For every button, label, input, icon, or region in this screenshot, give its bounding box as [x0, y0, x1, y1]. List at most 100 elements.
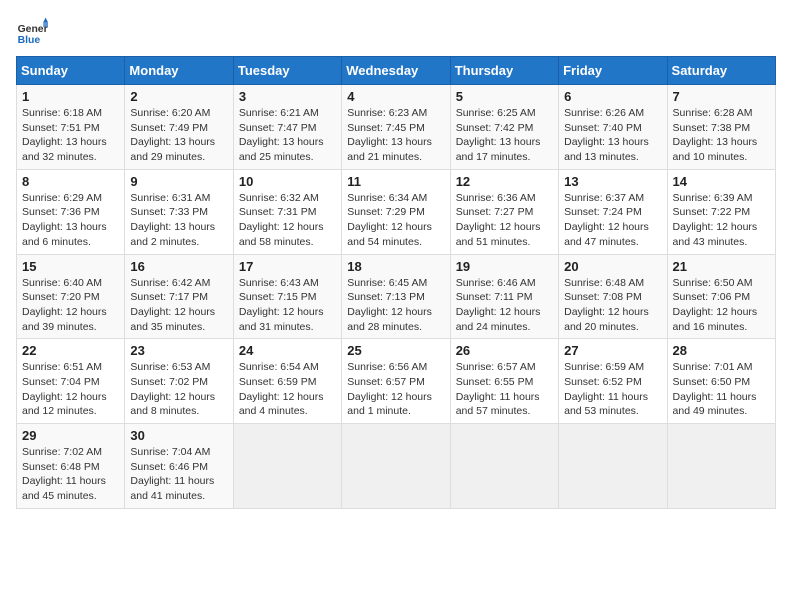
calendar-cell: 5 Sunrise: 6:25 AM Sunset: 7:42 PM Dayli…: [450, 85, 558, 170]
calendar-cell: 21 Sunrise: 6:50 AM Sunset: 7:06 PM Dayl…: [667, 254, 775, 339]
day-number: 8: [22, 174, 119, 189]
day-info: Sunrise: 7:02 AM Sunset: 6:48 PM Dayligh…: [22, 445, 119, 504]
page-header: General Blue: [16, 16, 776, 48]
calendar-cell: 18 Sunrise: 6:45 AM Sunset: 7:13 PM Dayl…: [342, 254, 450, 339]
day-number: 4: [347, 89, 444, 104]
calendar-cell: 20 Sunrise: 6:48 AM Sunset: 7:08 PM Dayl…: [559, 254, 667, 339]
logo-icon: General Blue: [16, 16, 48, 48]
calendar-cell: 23 Sunrise: 6:53 AM Sunset: 7:02 PM Dayl…: [125, 339, 233, 424]
day-info: Sunrise: 6:54 AM Sunset: 6:59 PM Dayligh…: [239, 360, 336, 419]
header-thursday: Thursday: [450, 57, 558, 85]
day-info: Sunrise: 7:01 AM Sunset: 6:50 PM Dayligh…: [673, 360, 770, 419]
calendar-cell: 27 Sunrise: 6:59 AM Sunset: 6:52 PM Dayl…: [559, 339, 667, 424]
day-number: 29: [22, 428, 119, 443]
day-info: Sunrise: 6:46 AM Sunset: 7:11 PM Dayligh…: [456, 276, 553, 335]
day-info: Sunrise: 6:36 AM Sunset: 7:27 PM Dayligh…: [456, 191, 553, 250]
calendar-cell: 2 Sunrise: 6:20 AM Sunset: 7:49 PM Dayli…: [125, 85, 233, 170]
day-info: Sunrise: 6:51 AM Sunset: 7:04 PM Dayligh…: [22, 360, 119, 419]
calendar-body: 1 Sunrise: 6:18 AM Sunset: 7:51 PM Dayli…: [17, 85, 776, 509]
day-number: 17: [239, 259, 336, 274]
calendar-cell: 30 Sunrise: 7:04 AM Sunset: 6:46 PM Dayl…: [125, 424, 233, 509]
calendar-cell: 24 Sunrise: 6:54 AM Sunset: 6:59 PM Dayl…: [233, 339, 341, 424]
day-number: 24: [239, 343, 336, 358]
day-number: 14: [673, 174, 770, 189]
day-info: Sunrise: 6:42 AM Sunset: 7:17 PM Dayligh…: [130, 276, 227, 335]
calendar-cell: 10 Sunrise: 6:32 AM Sunset: 7:31 PM Dayl…: [233, 169, 341, 254]
day-number: 26: [456, 343, 553, 358]
calendar-cell: [342, 424, 450, 509]
day-number: 19: [456, 259, 553, 274]
calendar-cell: 4 Sunrise: 6:23 AM Sunset: 7:45 PM Dayli…: [342, 85, 450, 170]
day-info: Sunrise: 6:25 AM Sunset: 7:42 PM Dayligh…: [456, 106, 553, 165]
day-info: Sunrise: 6:40 AM Sunset: 7:20 PM Dayligh…: [22, 276, 119, 335]
day-info: Sunrise: 6:29 AM Sunset: 7:36 PM Dayligh…: [22, 191, 119, 250]
calendar-cell: [559, 424, 667, 509]
day-number: 11: [347, 174, 444, 189]
day-number: 9: [130, 174, 227, 189]
calendar-cell: 22 Sunrise: 6:51 AM Sunset: 7:04 PM Dayl…: [17, 339, 125, 424]
calendar-cell: 15 Sunrise: 6:40 AM Sunset: 7:20 PM Dayl…: [17, 254, 125, 339]
day-info: Sunrise: 6:18 AM Sunset: 7:51 PM Dayligh…: [22, 106, 119, 165]
day-number: 6: [564, 89, 661, 104]
day-number: 15: [22, 259, 119, 274]
day-info: Sunrise: 6:50 AM Sunset: 7:06 PM Dayligh…: [673, 276, 770, 335]
calendar-cell: 6 Sunrise: 6:26 AM Sunset: 7:40 PM Dayli…: [559, 85, 667, 170]
calendar-cell: [233, 424, 341, 509]
day-info: Sunrise: 6:37 AM Sunset: 7:24 PM Dayligh…: [564, 191, 661, 250]
day-info: Sunrise: 6:48 AM Sunset: 7:08 PM Dayligh…: [564, 276, 661, 335]
day-number: 25: [347, 343, 444, 358]
day-info: Sunrise: 6:28 AM Sunset: 7:38 PM Dayligh…: [673, 106, 770, 165]
calendar-cell: [450, 424, 558, 509]
day-number: 7: [673, 89, 770, 104]
day-info: Sunrise: 6:39 AM Sunset: 7:22 PM Dayligh…: [673, 191, 770, 250]
day-info: Sunrise: 6:43 AM Sunset: 7:15 PM Dayligh…: [239, 276, 336, 335]
day-number: 22: [22, 343, 119, 358]
calendar-cell: 25 Sunrise: 6:56 AM Sunset: 6:57 PM Dayl…: [342, 339, 450, 424]
day-info: Sunrise: 6:56 AM Sunset: 6:57 PM Dayligh…: [347, 360, 444, 419]
week-row-3: 15 Sunrise: 6:40 AM Sunset: 7:20 PM Dayl…: [17, 254, 776, 339]
day-number: 23: [130, 343, 227, 358]
calendar-cell: 29 Sunrise: 7:02 AM Sunset: 6:48 PM Dayl…: [17, 424, 125, 509]
calendar-cell: 3 Sunrise: 6:21 AM Sunset: 7:47 PM Dayli…: [233, 85, 341, 170]
header-tuesday: Tuesday: [233, 57, 341, 85]
week-row-1: 1 Sunrise: 6:18 AM Sunset: 7:51 PM Dayli…: [17, 85, 776, 170]
day-number: 13: [564, 174, 661, 189]
week-row-2: 8 Sunrise: 6:29 AM Sunset: 7:36 PM Dayli…: [17, 169, 776, 254]
logo: General Blue: [16, 16, 48, 48]
day-number: 18: [347, 259, 444, 274]
week-row-5: 29 Sunrise: 7:02 AM Sunset: 6:48 PM Dayl…: [17, 424, 776, 509]
day-number: 3: [239, 89, 336, 104]
header-wednesday: Wednesday: [342, 57, 450, 85]
day-number: 1: [22, 89, 119, 104]
calendar-cell: 7 Sunrise: 6:28 AM Sunset: 7:38 PM Dayli…: [667, 85, 775, 170]
day-info: Sunrise: 6:26 AM Sunset: 7:40 PM Dayligh…: [564, 106, 661, 165]
day-info: Sunrise: 6:53 AM Sunset: 7:02 PM Dayligh…: [130, 360, 227, 419]
calendar-cell: 8 Sunrise: 6:29 AM Sunset: 7:36 PM Dayli…: [17, 169, 125, 254]
day-info: Sunrise: 6:31 AM Sunset: 7:33 PM Dayligh…: [130, 191, 227, 250]
day-number: 12: [456, 174, 553, 189]
calendar-header-row: SundayMondayTuesdayWednesdayThursdayFrid…: [17, 57, 776, 85]
day-info: Sunrise: 6:21 AM Sunset: 7:47 PM Dayligh…: [239, 106, 336, 165]
day-info: Sunrise: 6:23 AM Sunset: 7:45 PM Dayligh…: [347, 106, 444, 165]
calendar-cell: 9 Sunrise: 6:31 AM Sunset: 7:33 PM Dayli…: [125, 169, 233, 254]
day-number: 21: [673, 259, 770, 274]
calendar-cell: [667, 424, 775, 509]
day-info: Sunrise: 6:34 AM Sunset: 7:29 PM Dayligh…: [347, 191, 444, 250]
day-info: Sunrise: 6:20 AM Sunset: 7:49 PM Dayligh…: [130, 106, 227, 165]
day-number: 5: [456, 89, 553, 104]
day-number: 30: [130, 428, 227, 443]
calendar-cell: 11 Sunrise: 6:34 AM Sunset: 7:29 PM Dayl…: [342, 169, 450, 254]
calendar-cell: 12 Sunrise: 6:36 AM Sunset: 7:27 PM Dayl…: [450, 169, 558, 254]
day-info: Sunrise: 6:32 AM Sunset: 7:31 PM Dayligh…: [239, 191, 336, 250]
header-saturday: Saturday: [667, 57, 775, 85]
day-number: 16: [130, 259, 227, 274]
day-info: Sunrise: 7:04 AM Sunset: 6:46 PM Dayligh…: [130, 445, 227, 504]
header-friday: Friday: [559, 57, 667, 85]
day-info: Sunrise: 6:59 AM Sunset: 6:52 PM Dayligh…: [564, 360, 661, 419]
calendar-cell: 1 Sunrise: 6:18 AM Sunset: 7:51 PM Dayli…: [17, 85, 125, 170]
day-info: Sunrise: 6:57 AM Sunset: 6:55 PM Dayligh…: [456, 360, 553, 419]
calendar-cell: 19 Sunrise: 6:46 AM Sunset: 7:11 PM Dayl…: [450, 254, 558, 339]
header-sunday: Sunday: [17, 57, 125, 85]
day-info: Sunrise: 6:45 AM Sunset: 7:13 PM Dayligh…: [347, 276, 444, 335]
day-number: 27: [564, 343, 661, 358]
